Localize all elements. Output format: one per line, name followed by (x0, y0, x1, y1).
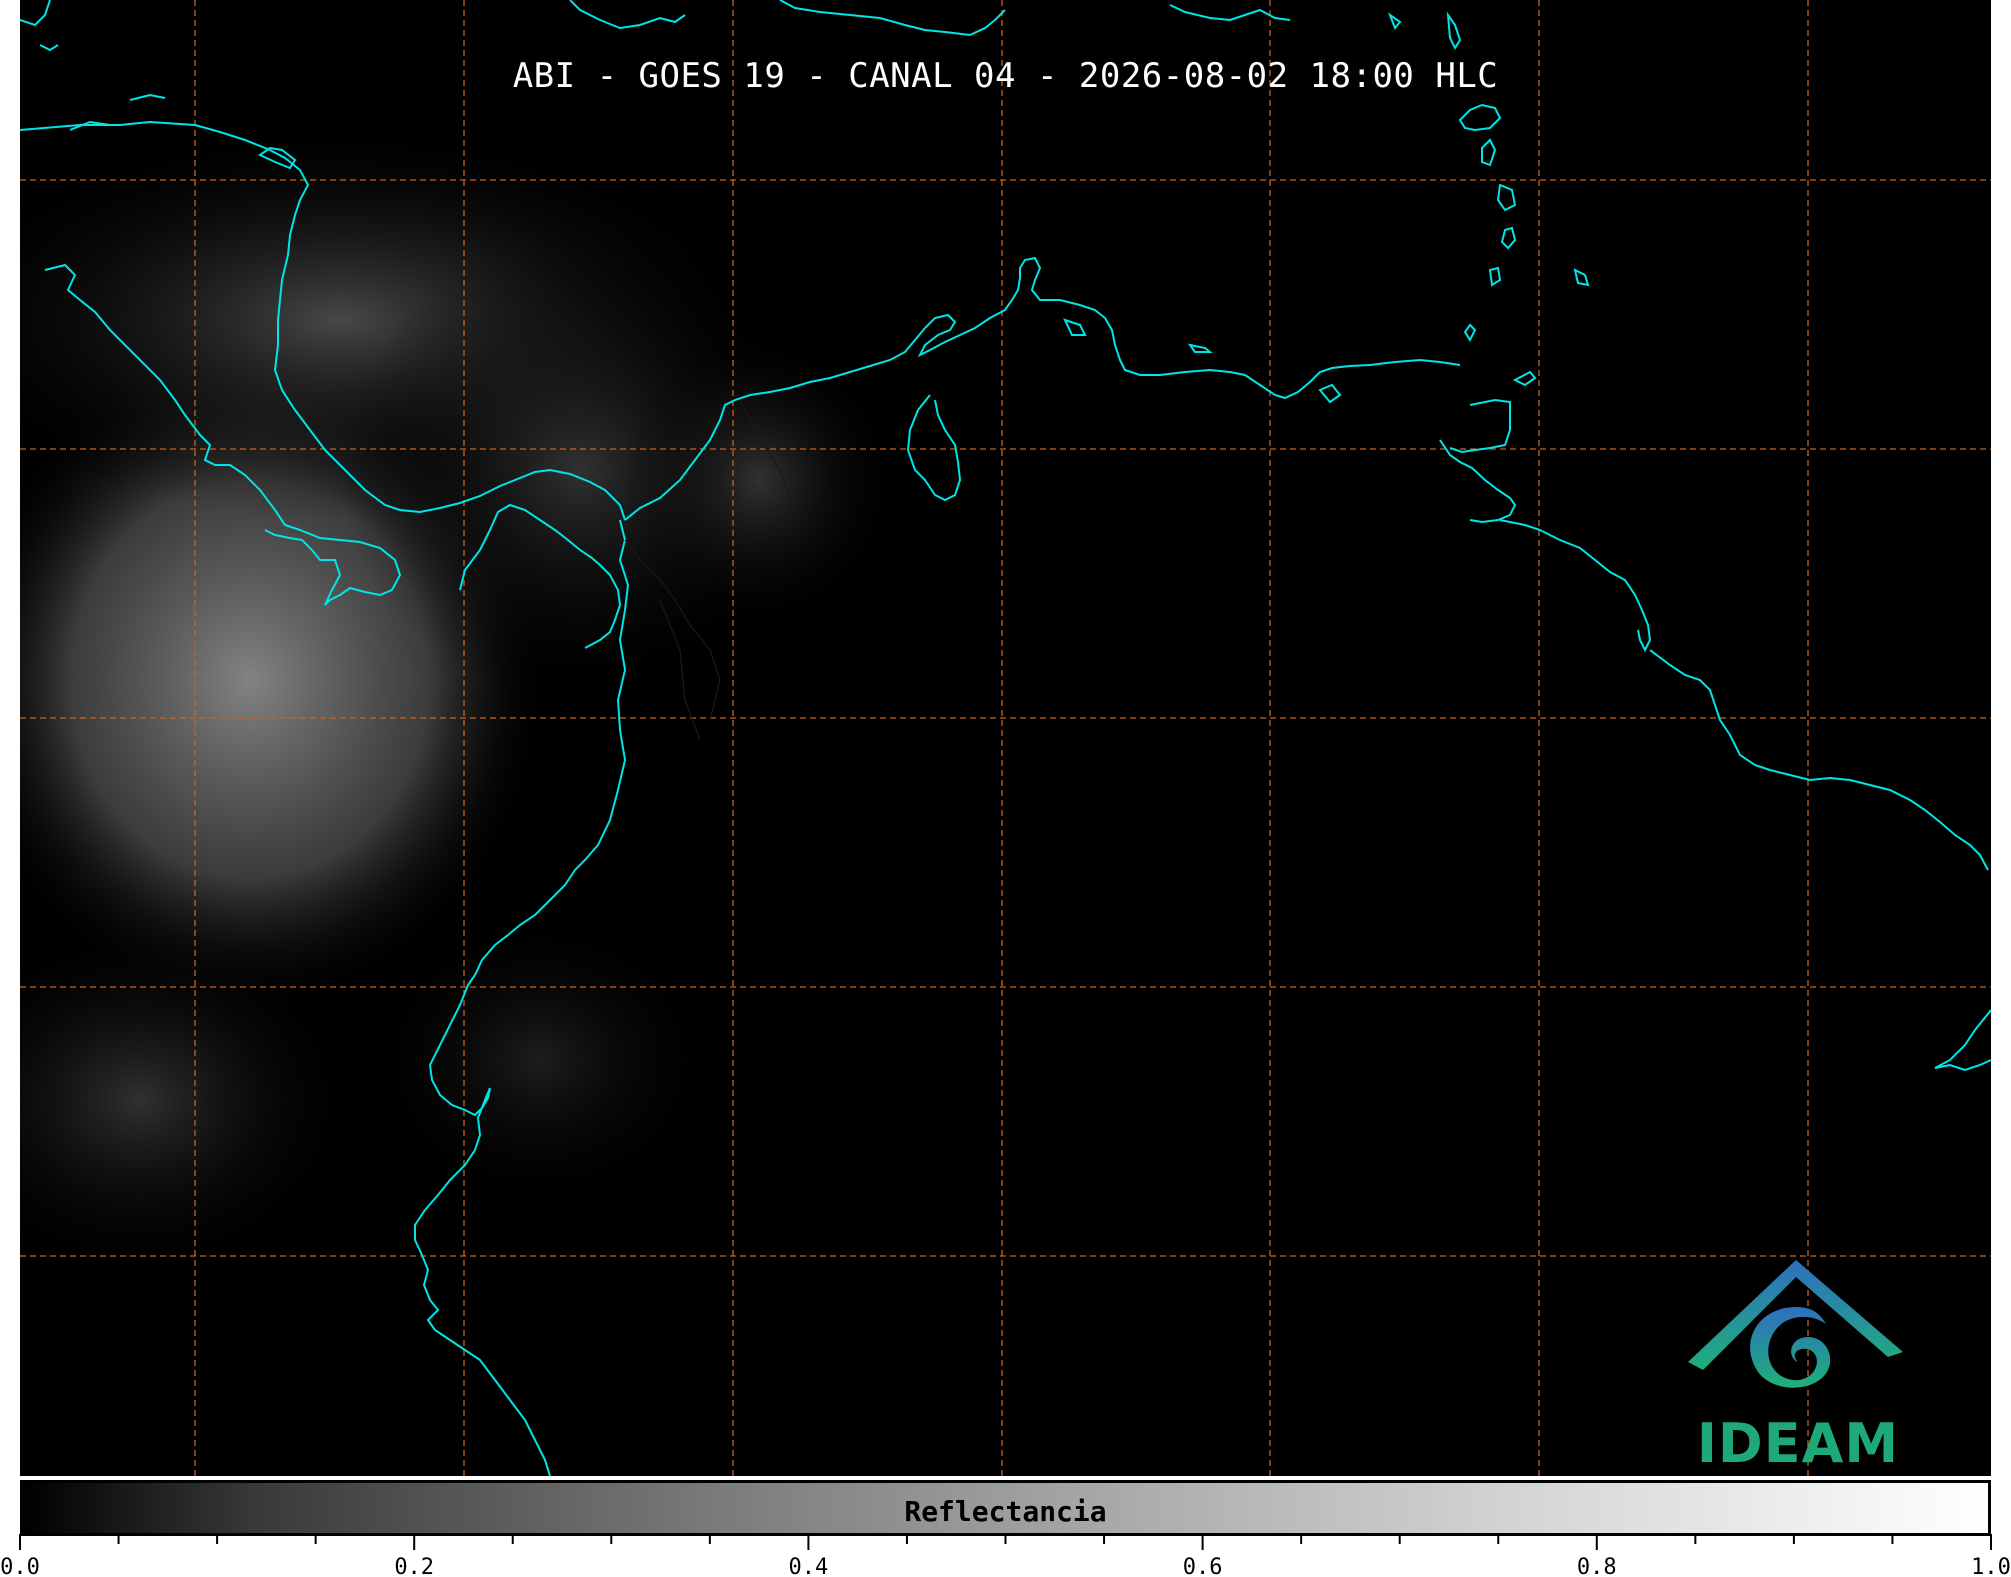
ideam-logo: IDEAM (1678, 1252, 1918, 1476)
ideam-emblem-icon (1688, 1260, 1903, 1388)
cloud-field (20, 120, 900, 1280)
colorbar: Reflectancia (20, 1480, 1991, 1536)
logo-text: IDEAM (1696, 1412, 1900, 1475)
colorbar-tick-label: 0.2 (394, 1555, 435, 1577)
colorbar-tick-label: 1.0 (1971, 1555, 2011, 1577)
satellite-map[interactable]: ABI - GOES 19 - CANAL 04 - 2026-08-02 18… (20, 0, 1991, 1476)
map-title: ABI - GOES 19 - CANAL 04 - 2026-08-02 18… (512, 56, 1499, 96)
colorbar-ticks (19, 1534, 1992, 1550)
colorbar-label: Reflectancia (904, 1495, 1107, 1528)
colorbar-tick-label: 0.0 (0, 1555, 40, 1577)
colorbar-tick-label: 0.8 (1576, 1555, 1617, 1577)
satellite-image-page: ABI - GOES 19 - CANAL 04 - 2026-08-02 18… (0, 0, 2011, 1577)
colorbar-tick-label: 0.6 (1182, 1555, 1223, 1577)
colorbar-tick-label: 0.4 (788, 1555, 829, 1577)
